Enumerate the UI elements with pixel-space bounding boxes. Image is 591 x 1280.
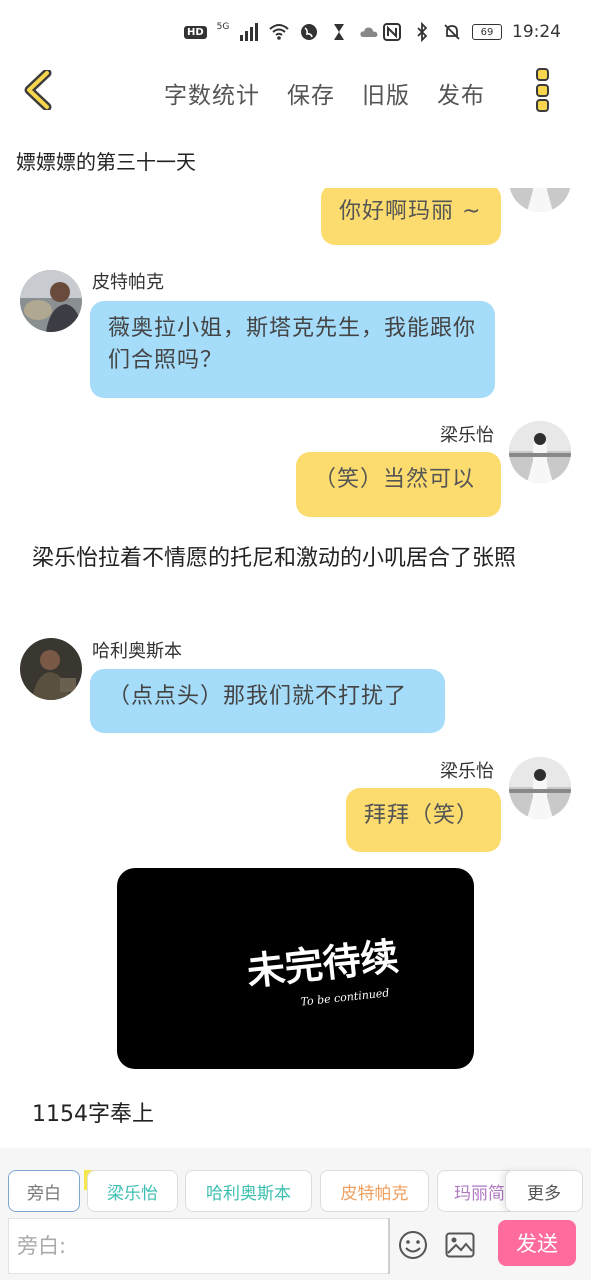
hd-badge: HD: [184, 25, 207, 39]
message-input[interactable]: [8, 1218, 388, 1274]
speaker-name: 梁乐怡: [440, 425, 494, 446]
status-bar: HD 5G 69 19:24: [0, 0, 591, 66]
publish-button[interactable]: 发布: [437, 76, 485, 110]
role-chip-harry-osborn[interactable]: 哈利奥斯本: [185, 1170, 312, 1212]
chat-area[interactable]: 你好啊玛丽 ~ 皮特帕克 薇奥拉小姐，斯塔克先生，我能跟你们合照吗？ 梁乐怡 （…: [0, 188, 591, 1148]
input-divider: [388, 1218, 390, 1274]
wifi-icon: [269, 24, 290, 40]
word-count-text[interactable]: 1154字奉上: [32, 1096, 154, 1128]
signal-bars-icon: [240, 23, 259, 41]
avatar-harry-osborn[interactable]: [20, 638, 82, 700]
role-chip-liang-leyi[interactable]: 梁乐怡: [87, 1170, 178, 1212]
battery-icon: 69: [472, 24, 502, 40]
role-selector-bar: 旁白 主 梁乐怡 哈利奥斯本 皮特帕克 玛丽简 更多: [0, 1148, 591, 1212]
to-be-continued-image[interactable]: 未完待续 To be continued: [117, 868, 474, 1069]
role-chip-label: 哈利奥斯本: [206, 1183, 291, 1204]
role-chip-label: 旁白: [27, 1183, 61, 1204]
emoji-icon[interactable]: [398, 1230, 428, 1260]
mute-bell-icon: [444, 24, 460, 40]
avatar-peter-parker[interactable]: [20, 270, 82, 332]
avatar-liang-leyi[interactable]: [509, 757, 571, 819]
nfc-icon: [383, 23, 401, 41]
globe-icon: [301, 24, 318, 40]
hourglass-icon: [334, 24, 345, 40]
more-roles-button[interactable]: 更多: [505, 1170, 583, 1212]
back-chevron-icon[interactable]: [20, 70, 56, 110]
word-count-button[interactable]: 字数统计: [164, 76, 260, 110]
role-chip-peter-parker[interactable]: 皮特帕克: [320, 1170, 429, 1212]
status-right: 69 19:24: [382, 22, 561, 42]
role-chip-label: 玛丽简: [454, 1183, 505, 1204]
input-bar: 发送: [0, 1212, 591, 1280]
send-button[interactable]: 发送: [498, 1220, 576, 1266]
message-bubble[interactable]: 你好啊玛丽 ~: [321, 188, 501, 245]
to-be-continued-logo: 未完待续 To be continued: [245, 934, 401, 1008]
status-left: HD 5G: [184, 22, 379, 42]
speaker-name: 皮特帕克: [92, 272, 164, 293]
message-bubble[interactable]: 薇奥拉小姐，斯塔克先生，我能跟你们合照吗？: [90, 301, 495, 398]
speaker-name: 梁乐怡: [440, 761, 494, 782]
cloud-icon: [360, 27, 378, 37]
role-chip-label: 梁乐怡: [107, 1183, 158, 1204]
tbc-main-text: 未完待续: [245, 934, 401, 994]
signal-type: 5G: [216, 22, 230, 32]
message-bubble[interactable]: （笑）当然可以: [296, 452, 501, 517]
avatar-liang-leyi[interactable]: [509, 421, 571, 483]
message-bubble[interactable]: 拜拜（笑）: [346, 788, 501, 852]
nav-actions: 字数统计 保存 旧版 发布: [164, 76, 485, 110]
more-roles-label: 更多: [527, 1183, 561, 1204]
old-version-button[interactable]: 旧版: [362, 76, 410, 110]
save-button[interactable]: 保存: [287, 76, 335, 110]
narration-text[interactable]: 梁乐怡拉着不情愿的托尼和激动的小叽居合了张照: [32, 542, 562, 576]
top-nav: 字数统计 保存 旧版 发布: [0, 66, 591, 118]
tbc-sub-text: To be continued: [300, 986, 390, 1008]
bluetooth-vibrate-icon: [417, 22, 428, 42]
role-chip-label: 皮特帕克: [340, 1183, 409, 1204]
message-bubble[interactable]: （点点头）那我们就不打扰了: [90, 669, 445, 733]
avatar-liang-leyi[interactable]: [509, 188, 571, 212]
chapter-title: 嫖嫖嫖的第三十一天: [16, 150, 196, 174]
image-icon[interactable]: [445, 1232, 475, 1258]
more-menu-icon[interactable]: [536, 68, 550, 112]
clock: 19:24: [512, 22, 561, 42]
role-chip-narrator[interactable]: 旁白: [8, 1170, 80, 1212]
speaker-name: 哈利奥斯本: [92, 641, 182, 662]
